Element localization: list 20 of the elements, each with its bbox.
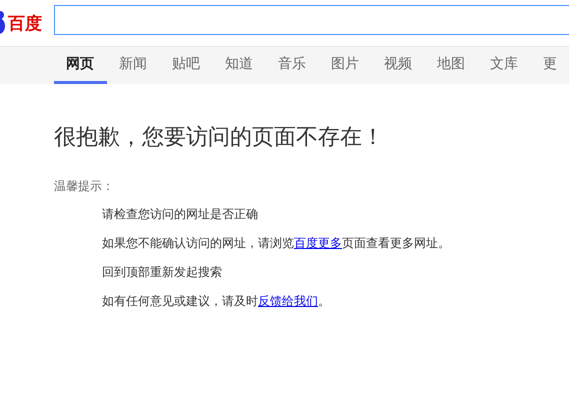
tip-text: 请检查您访问的网址是否正确 (102, 207, 259, 222)
search-field[interactable] (54, 5, 569, 35)
tip-label: 温馨提示： (54, 178, 115, 195)
error-heading: 很抱歉，您要访问的页面不存在！ (54, 124, 385, 152)
nav-tab[interactable]: 地图 (425, 47, 478, 84)
link[interactable]: 百度更多 (294, 236, 342, 250)
nav-tab[interactable]: 网页 (54, 47, 107, 84)
nav-tab[interactable]: 音乐 (266, 47, 319, 84)
link[interactable]: 反馈给我们 (258, 294, 318, 308)
nav-tab[interactable]: 知道 (213, 47, 266, 84)
nav-tab[interactable]: 文库 (478, 47, 531, 84)
tip-text: 如有任何意见或建议，请及时反馈给我们。 (102, 294, 331, 309)
nav-tab[interactable]: 新闻 (107, 47, 160, 84)
nav-tab[interactable]: 视频 (372, 47, 425, 84)
tip-text: 如果您不能确认访问的网址，请浏览百度更多页面查看更多网址。 (102, 236, 451, 251)
logo[interactable]: 百度 (8, 12, 42, 34)
nav-tab[interactable]: 贴吧 (160, 47, 213, 84)
tip-text: 回到顶部重新发起搜索 (102, 265, 223, 280)
nav-tab[interactable]: 更 (531, 47, 569, 84)
nav-tab[interactable]: 图片 (319, 47, 372, 84)
